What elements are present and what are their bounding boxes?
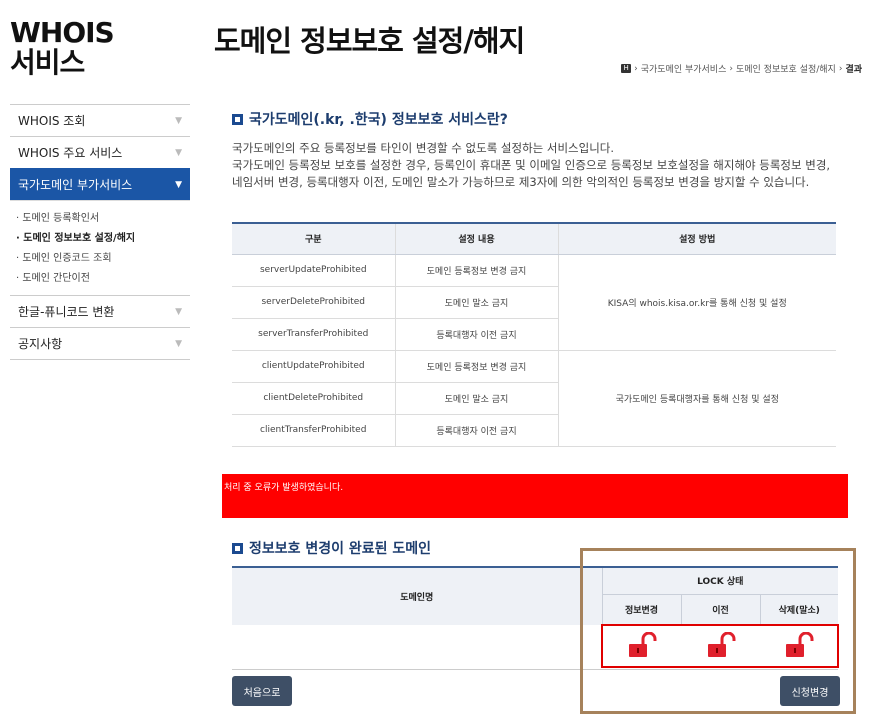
square-bullet-icon — [232, 113, 243, 125]
status-code-cell: clientDeleteProhibited — [232, 382, 395, 415]
status-code-cell: clientTransferProhibited — [232, 414, 395, 447]
status-code-cell: serverUpdateProhibited — [232, 254, 395, 287]
status-content-cell: 도메인 등록정보 변경 금지 — [394, 350, 558, 383]
brand-line1: WHOIS — [10, 16, 115, 49]
intro-heading: 국가도메인(.kr, .한국) 정보보호 서비스란? — [232, 109, 508, 129]
table-row: clientUpdateProhibited 도메인 등록정보 변경 금지 국가… — [232, 350, 836, 447]
breadcrumb-separator: › — [729, 63, 733, 74]
table-row: serverUpdateProhibited 도메인 등록정보 변경 금지 KI… — [232, 254, 836, 351]
protection-status-table: 구분 설정 내용 설정 방법 serverUpdateProhibited 도메… — [232, 222, 836, 447]
status-content-cell: 도메인 말소 금지 — [394, 382, 558, 415]
intro-para-1: 국가도메인의 주요 등록정보를 타인이 변경할 수 없도록 설정하는 서비스입니… — [232, 141, 615, 155]
status-code-cell: serverDeleteProhibited — [232, 286, 395, 319]
sidebar-submenu: · 도메인 등록확인서 · 도메인 정보보호 설정/해지 · 도메인 인증코드 … — [10, 200, 190, 295]
table-header-row: 구분 설정 내용 설정 방법 — [232, 222, 836, 255]
lock-info-change-cell — [602, 625, 681, 670]
breadcrumb-item[interactable]: 도메인 정보보호 설정/해지 — [736, 62, 836, 75]
apply-change-button[interactable]: 신청변경 — [780, 676, 840, 706]
chevron-down-icon: ▼ — [175, 115, 182, 126]
status-code-cell: clientUpdateProhibited — [232, 350, 395, 383]
method-server-cell: KISA의 whois.kisa.or.kr를 통해 신청 및 설정 — [557, 254, 836, 351]
breadcrumb: H › 국가도메인 부가서비스 › 도메인 정보보호 설정/해지 › 결과 — [621, 62, 862, 75]
column-header-lock-status: LOCK 상태 — [601, 566, 838, 594]
sidebar-item-label: 국가도메인 부가서비스 — [18, 178, 133, 192]
table-row — [232, 625, 838, 670]
lock-delete-cell — [760, 625, 838, 670]
home-icon[interactable]: H — [621, 64, 632, 73]
status-content-cell: 등록대행자 이전 금지 — [394, 414, 558, 447]
breadcrumb-item[interactable]: 국가도메인 부가서비스 — [641, 62, 727, 75]
submenu-item-auth-code[interactable]: · 도메인 인증코드 조회 — [16, 249, 184, 269]
table-header-row: 도메인명 LOCK 상태 — [232, 566, 838, 625]
error-banner: 처리 중 오류가 발생하였습니다. — [222, 474, 848, 518]
sidebar-item-label: WHOIS 주요 서비스 — [18, 146, 123, 160]
sidebar-divider — [10, 359, 190, 360]
error-message: 처리 중 오류가 발생하였습니다. — [224, 483, 344, 493]
submenu-item-simple-transfer[interactable]: · 도메인 간단이전 — [16, 269, 184, 289]
chevron-down-icon: ▼ — [175, 147, 182, 158]
breadcrumb-current: 결과 — [845, 65, 862, 75]
sidebar-item-kr-domain-services[interactable]: 국가도메인 부가서비스 ▼ — [10, 168, 190, 200]
status-code-cell: serverTransferProhibited — [232, 318, 395, 351]
sidebar: WHOIS 조회 ▼ WHOIS 주요 서비스 ▼ 국가도메인 부가서비스 ▼ … — [10, 104, 190, 360]
chevron-down-icon: ▼ — [175, 306, 182, 317]
column-header-delete: 삭제(말소) — [759, 593, 838, 625]
result-heading-text: 정보보호 변경이 완료된 도메인 — [249, 541, 432, 557]
breadcrumb-separator: › — [634, 63, 638, 74]
breadcrumb-separator: › — [838, 63, 843, 74]
method-client-cell: 국가도메인 등록대행자를 통해 신청 및 설정 — [557, 350, 836, 447]
intro-para-2: 국가도메인 등록정보 보호를 설정한 경우, 등록인이 휴대폰 및 이메일 인증… — [232, 158, 831, 189]
unlocked-padlock-icon[interactable] — [627, 632, 657, 658]
column-header-content: 설정 내용 — [394, 222, 558, 255]
sidebar-item-label: 한글-퓨니코드 변환 — [18, 305, 115, 319]
chevron-down-icon: ▼ — [175, 338, 182, 349]
sidebar-item-notice[interactable]: 공지사항 ▼ — [10, 327, 190, 359]
square-bullet-icon — [232, 542, 243, 554]
sidebar-item-whois-lookup[interactable]: WHOIS 조회 ▼ — [10, 104, 190, 136]
sidebar-item-punycode[interactable]: 한글-퓨니코드 변환 ▼ — [10, 295, 190, 327]
column-header-info-change: 정보변경 — [601, 593, 681, 625]
lock-transfer-cell — [681, 625, 760, 670]
page-title: 도메인 정보보호 설정/해지 — [214, 24, 525, 58]
go-first-button[interactable]: 처음으로 — [232, 676, 292, 706]
status-content-cell: 도메인 등록정보 변경 금지 — [394, 254, 558, 287]
unlocked-padlock-icon[interactable] — [706, 632, 736, 658]
brand-line2: 서비스 — [10, 46, 85, 79]
column-header-domain: 도메인명 — [232, 566, 602, 625]
sidebar-item-label: 공지사항 — [18, 337, 63, 351]
intro-heading-text: 국가도메인(.kr, .한국) 정보보호 서비스란? — [249, 112, 508, 128]
chevron-down-icon: ▼ — [175, 179, 182, 190]
brand-logo: WHOIS 서비스 — [10, 18, 190, 78]
result-heading: 정보보호 변경이 완료된 도메인 — [232, 538, 431, 558]
column-header-category: 구분 — [232, 222, 395, 255]
column-header-transfer: 이전 — [680, 593, 760, 625]
sidebar-item-whois-services[interactable]: WHOIS 주요 서비스 ▼ — [10, 136, 190, 168]
intro-description: 국가도메인의 주요 등록정보를 타인이 변경할 수 없도록 설정하는 서비스입니… — [232, 140, 838, 191]
sidebar-item-label: WHOIS 조회 — [18, 114, 86, 128]
status-content-cell: 등록대행자 이전 금지 — [394, 318, 558, 351]
status-content-cell: 도메인 말소 금지 — [394, 286, 558, 319]
result-table: 도메인명 LOCK 상태 정보변경 이전 삭제(말소) — [232, 566, 838, 670]
submenu-item-info-protection[interactable]: · 도메인 정보보호 설정/해지 — [16, 229, 184, 249]
unlocked-padlock-icon[interactable] — [784, 632, 814, 658]
column-header-method: 설정 방법 — [557, 222, 836, 255]
domain-cell — [232, 625, 602, 670]
submenu-item-registration-cert[interactable]: · 도메인 등록확인서 — [16, 209, 184, 229]
